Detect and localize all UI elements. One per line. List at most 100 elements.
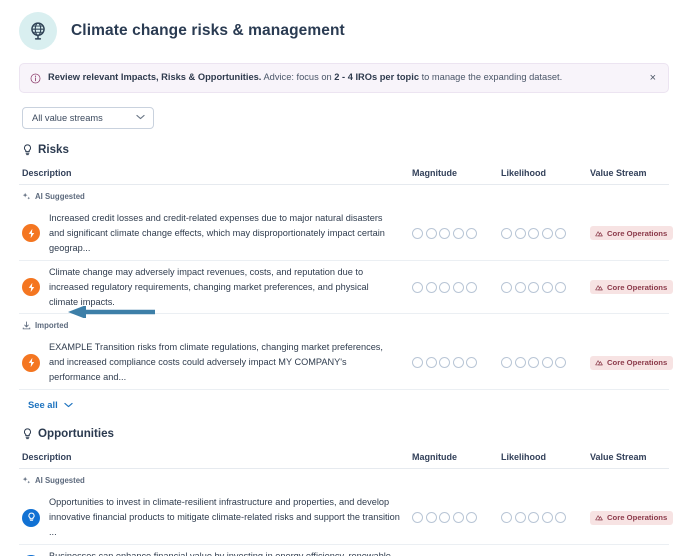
likelihood-rating[interactable] <box>501 227 590 239</box>
rating-dot[interactable] <box>501 512 512 524</box>
globe-icon <box>19 12 57 50</box>
group-label-text: Imported <box>35 321 69 331</box>
rating-dot[interactable] <box>541 281 553 293</box>
rating-dot[interactable] <box>466 227 477 239</box>
rating-dot[interactable] <box>466 512 477 524</box>
rating-dot[interactable] <box>501 281 512 293</box>
table-row[interactable]: Increased credit losses and credit-relat… <box>19 207 674 261</box>
group-label-ai-suggested: AI Suggested <box>19 469 669 491</box>
rating-dot[interactable] <box>412 512 423 524</box>
table-row[interactable]: Climate change may adversely impact reve… <box>19 261 674 315</box>
rating-dot[interactable] <box>541 227 553 239</box>
magnitude-rating[interactable] <box>412 227 501 239</box>
table-row[interactable]: Opportunities to invest in climate-resil… <box>19 491 674 545</box>
likelihood-rating[interactable] <box>501 512 590 524</box>
rating-dot[interactable] <box>555 227 566 239</box>
rating-dot[interactable] <box>555 357 566 369</box>
rating-dot[interactable] <box>514 281 526 293</box>
magnitude-rating[interactable] <box>412 357 501 369</box>
close-icon[interactable]: × <box>647 71 659 86</box>
group-label-text: AI Suggested <box>35 476 85 486</box>
value-stream-cell: Core Operations <box>590 226 674 241</box>
value-stream-chip[interactable]: Core Operations <box>590 510 674 525</box>
mountain-icon <box>595 359 603 366</box>
value-stream-chip-label: Core Operations <box>607 282 668 292</box>
value-stream-chip[interactable]: Core Operations <box>590 280 674 295</box>
risk-bolt-icon <box>22 278 40 297</box>
rating-dot[interactable] <box>555 281 566 293</box>
lightbulb-icon <box>22 143 33 156</box>
opportunity-lightbulb-icon <box>22 508 40 527</box>
column-header-likelihood: Likelihood <box>501 452 546 463</box>
rating-dot[interactable] <box>514 512 526 524</box>
rating-dot[interactable] <box>412 281 423 293</box>
risk-bolt-icon <box>22 224 40 243</box>
see-all-button-risks[interactable]: See all <box>19 390 73 410</box>
chevron-down-icon <box>64 402 73 408</box>
rating-dot[interactable] <box>541 512 553 524</box>
value-stream-select-value: All value streams <box>32 113 103 123</box>
row-description-cell: Opportunities to invest in climate-resil… <box>22 495 412 540</box>
table-row[interactable]: EXAMPLE Transition risks from climate re… <box>19 336 674 391</box>
rating-dot[interactable] <box>452 512 464 524</box>
rating-dot[interactable] <box>514 227 526 239</box>
value-stream-chip[interactable]: Core Operations <box>590 226 674 241</box>
value-stream-chip-label: Core Operations <box>607 513 668 523</box>
rating-dot[interactable] <box>425 357 437 369</box>
rating-dot[interactable] <box>555 512 566 524</box>
row-description-text: Businesses can enhance financial value b… <box>49 549 400 556</box>
rating-dot[interactable] <box>439 227 450 239</box>
sparkle-icon <box>22 476 31 485</box>
rating-dot[interactable] <box>425 512 437 524</box>
rating-dot[interactable] <box>466 281 477 293</box>
row-description-cell: Climate change may adversely impact reve… <box>22 265 412 310</box>
magnitude-rating[interactable] <box>412 281 501 293</box>
rating-dot[interactable] <box>528 357 539 369</box>
column-header-description: Description <box>22 168 72 178</box>
rating-dot[interactable] <box>452 357 464 369</box>
page-header: Climate change risks & management <box>0 0 688 52</box>
value-stream-chip[interactable]: Core Operations <box>590 355 674 370</box>
likelihood-rating[interactable] <box>501 357 590 369</box>
banner-mid-2: to manage the expanding dataset. <box>419 72 563 83</box>
likelihood-rating[interactable] <box>501 281 590 293</box>
magnitude-rating[interactable] <box>412 512 501 524</box>
rating-dot[interactable] <box>425 227 437 239</box>
rating-dot[interactable] <box>528 512 539 524</box>
group-label-text: AI Suggested <box>35 192 85 201</box>
rating-dot[interactable] <box>425 281 437 293</box>
see-all-label: See all <box>28 399 58 411</box>
rating-dot[interactable] <box>439 512 450 524</box>
rating-dot[interactable] <box>439 357 450 369</box>
section-title-opportunities: Opportunities <box>22 427 669 440</box>
table-row[interactable]: Businesses can enhance financial value b… <box>19 545 669 556</box>
rating-dot[interactable] <box>501 357 512 369</box>
lightbulb-icon <box>22 428 33 440</box>
column-header-value-stream: Value Stream <box>590 168 647 178</box>
section-title-label: Opportunities <box>38 427 114 441</box>
value-stream-chip-label: Core Operations <box>607 358 668 368</box>
rating-dot[interactable] <box>439 281 450 293</box>
rating-dot[interactable] <box>412 357 423 369</box>
rating-dot[interactable] <box>528 227 539 239</box>
group-label-ai-suggested: AI Suggested <box>19 185 669 207</box>
rating-dot[interactable] <box>514 357 526 369</box>
advisory-banner: Review relevant Impacts, Risks & Opportu… <box>19 63 669 93</box>
rating-dot[interactable] <box>452 227 464 239</box>
value-stream-select[interactable]: All value streams <box>22 107 154 129</box>
rating-dot[interactable] <box>466 357 477 369</box>
rating-dot[interactable] <box>541 357 553 369</box>
rating-dot[interactable] <box>412 227 423 239</box>
banner-bold-lead: Review relevant Impacts, Risks & Opportu… <box>48 72 262 83</box>
rating-dot[interactable] <box>528 281 539 293</box>
section-title-risks: Risks <box>22 143 669 156</box>
row-description-text: Increased credit losses and credit-relat… <box>49 213 385 253</box>
rating-dot[interactable] <box>501 227 512 239</box>
mountain-icon <box>595 230 603 237</box>
rating-dot[interactable] <box>452 281 464 293</box>
info-circle-icon <box>30 73 41 84</box>
column-header-magnitude: Magnitude <box>412 168 457 178</box>
group-label-imported: Imported <box>19 314 669 336</box>
table-header-opportunities: Description Magnitude Likelihood Value Stre… <box>19 452 669 470</box>
advisory-banner-text: Review relevant Impacts, Risks & Opportu… <box>48 72 647 83</box>
